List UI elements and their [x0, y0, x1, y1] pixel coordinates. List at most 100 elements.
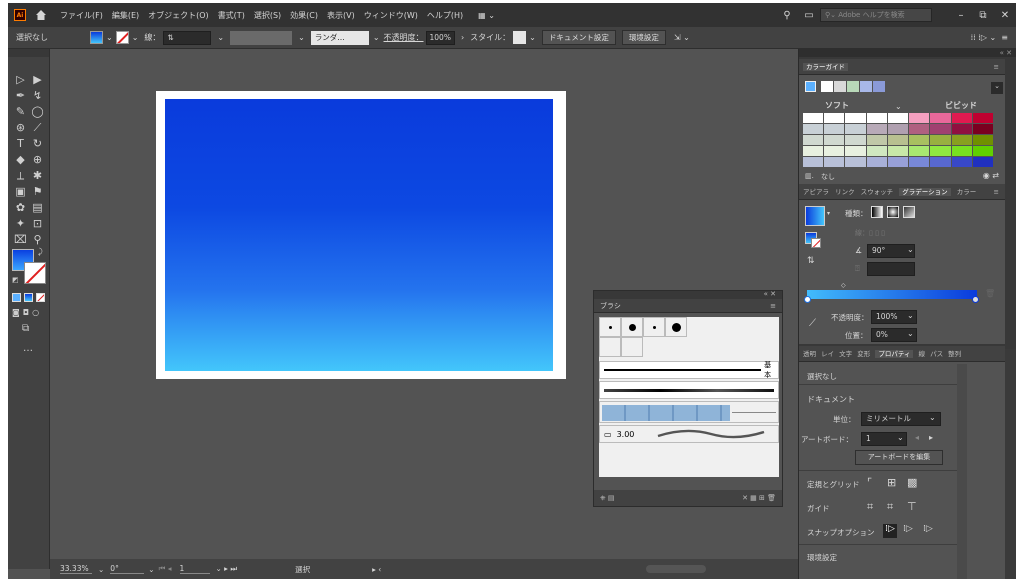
fill-dropdown-icon[interactable]: ⌄ — [106, 33, 113, 42]
color-variation-cell[interactable] — [930, 124, 951, 134]
tab-stroke[interactable]: 線 — [919, 350, 926, 358]
menu-edit[interactable]: 編集(E) — [112, 10, 139, 21]
direct-selection-tool-icon[interactable]: ▶ — [29, 73, 46, 87]
fill-swatch[interactable] — [90, 31, 103, 44]
rotate-tool-icon[interactable]: ↻ — [29, 137, 46, 151]
style-swatch[interactable] — [513, 31, 527, 44]
reverse-gradient-icon[interactable]: ⇅ — [807, 256, 815, 266]
harmony-swatch-3[interactable] — [847, 81, 859, 92]
edit-artboard-button[interactable]: アートボードを編集 — [855, 450, 943, 465]
color-guide-tab[interactable]: カラーガイド — [803, 63, 848, 71]
brush-definition-field[interactable]: ランダ… — [310, 30, 369, 45]
fill-stroke-widget[interactable]: ⤸ ◩ — [12, 247, 46, 287]
harmony-swatch-5[interactable] — [873, 81, 885, 92]
color-variation-cell[interactable] — [930, 157, 951, 167]
tools-panel-grip[interactable] — [8, 49, 49, 57]
color-variation-cell[interactable] — [930, 146, 951, 156]
color-variation-cell[interactable] — [887, 113, 909, 123]
help-search-input[interactable]: ⚲⌄ Adobe ヘルプを検索 — [820, 8, 932, 22]
color-variation-cell[interactable] — [972, 124, 993, 134]
color-variation-cell[interactable] — [972, 146, 993, 156]
snap-point-icon[interactable]: ⁞▷ — [883, 524, 897, 538]
art-brush-row[interactable] — [599, 381, 779, 399]
color-variation-cell[interactable] — [887, 146, 909, 156]
brushes-panel-titlebar[interactable]: « ✕ — [594, 290, 782, 299]
freeform-gradient-button[interactable] — [903, 206, 915, 218]
brush-dot-tiny[interactable] — [643, 317, 665, 337]
home-icon[interactable] — [34, 8, 48, 22]
gradient-rectangle[interactable] — [165, 99, 553, 371]
tab-transparency[interactable]: 透明 — [803, 350, 816, 358]
color-variation-cell[interactable] — [951, 135, 972, 145]
color-variation-cell[interactable] — [866, 157, 887, 167]
eraser-tool-icon[interactable]: ◆ — [12, 153, 29, 167]
horizontal-scrollbar[interactable] — [646, 565, 706, 573]
color-variation-cell[interactable] — [930, 113, 951, 123]
menu-select[interactable]: 選択(S) — [254, 10, 281, 21]
delete-stop-icon[interactable]: 🗑 — [985, 289, 995, 298]
search-user-icon[interactable]: ⚲ — [776, 10, 798, 21]
tab-color[interactable]: カラー — [957, 188, 977, 196]
next-artboard-icon[interactable]: ▸ — [929, 433, 933, 442]
gradient-slider[interactable] — [807, 290, 977, 299]
profile-dropdown-icon[interactable]: ⌄ — [298, 33, 305, 42]
tab-appearance[interactable]: アピアラ — [803, 188, 829, 196]
symbol-sprayer-icon[interactable]: ✿ — [12, 201, 29, 215]
brushes-tab[interactable]: ブラシ ≡ — [594, 299, 782, 313]
style-dropdown-icon[interactable]: ⌄ — [529, 33, 536, 42]
tab-gradient[interactable]: グラデーション — [899, 188, 951, 196]
harmony-swatch-2[interactable] — [834, 81, 846, 92]
color-variation-cell[interactable] — [951, 157, 972, 167]
none-swatch-icon[interactable]: ▥. — [805, 172, 814, 180]
radial-gradient-button[interactable] — [887, 206, 899, 218]
color-variation-cell[interactable] — [866, 113, 887, 123]
basic-brush-row[interactable]: 基本 — [599, 361, 779, 379]
first-artboard-icon[interactable]: ⏮ ◂ — [159, 564, 172, 574]
color-variation-cell[interactable] — [845, 157, 866, 167]
prev-artboard-icon[interactable]: ◂ — [915, 433, 919, 442]
guides-show-icon[interactable]: ⌗ — [867, 500, 873, 514]
color-variation-cell[interactable] — [972, 135, 993, 145]
tab-properties[interactable]: プロパティ — [875, 350, 914, 358]
brushes-menu-icon[interactable]: ≡ — [770, 299, 776, 313]
color-variation-cell[interactable] — [845, 146, 866, 156]
menu-file[interactable]: ファイル(F) — [60, 10, 103, 21]
color-variation-cell[interactable] — [972, 157, 993, 167]
close-button[interactable]: ✕ — [994, 10, 1016, 21]
color-variation-cell[interactable] — [845, 113, 866, 123]
gradient-mode-icon[interactable] — [24, 293, 33, 302]
document-settings-button[interactable]: ドキュメント設定 — [541, 30, 616, 45]
blend-tool-icon[interactable]: ✱ — [29, 169, 46, 183]
color-variation-cell[interactable] — [972, 113, 993, 123]
color-variation-cell[interactable] — [909, 135, 930, 145]
panel-menu-icon[interactable]: ⁞⁞ ⁞▷ ⌄ ≡ — [971, 33, 1008, 42]
workspace-switcher-icon[interactable]: ▦ ⌄ — [478, 11, 495, 20]
brush-dot-small[interactable] — [599, 317, 621, 337]
minimize-button[interactable]: – — [950, 10, 972, 21]
draw-normal-icon[interactable]: ◙ — [12, 308, 20, 317]
rotation-dropdown-icon[interactable]: ⌄ — [148, 565, 154, 574]
color-variation-cell[interactable] — [803, 124, 824, 134]
menu-help[interactable]: ヘルプ(H) — [427, 10, 463, 21]
midpoint-icon[interactable]: ◇ — [841, 282, 846, 289]
harmony-dropdown-icon[interactable]: ⌄ — [991, 82, 1003, 94]
shaper-tool-icon[interactable]: ⊛ — [12, 121, 29, 135]
graph-tool-icon[interactable]: ▤ — [29, 201, 46, 215]
brush-library-menu-icon[interactable]: ⎈ ▤ — [600, 494, 614, 502]
tab-align[interactable]: 整列 — [948, 350, 961, 358]
blob-brush-icon[interactable]: ✎ — [12, 105, 29, 119]
eyedropper-tool-icon[interactable]: ⟂ — [12, 169, 29, 183]
menu-object[interactable]: オブジェクト(O) — [148, 10, 209, 21]
snap-grid-icon[interactable]: ⁞▷ — [903, 524, 913, 534]
variable-width-profile[interactable] — [230, 30, 293, 45]
tab-layers[interactable]: レイ — [821, 350, 834, 358]
artboard-number-input[interactable]: 1 — [179, 564, 210, 574]
stroke-swatch[interactable] — [115, 31, 129, 44]
color-variation-cell[interactable] — [845, 124, 866, 134]
none-mode-icon[interactable] — [36, 293, 45, 302]
color-variation-cell[interactable] — [824, 113, 845, 123]
location-dropdown-icon[interactable]: ⌄ — [907, 329, 914, 338]
guides-lock-icon[interactable]: ⌗ — [887, 500, 893, 514]
opacity-label[interactable]: 不透明度： — [384, 32, 424, 43]
brush-empty-2[interactable] — [621, 337, 643, 357]
